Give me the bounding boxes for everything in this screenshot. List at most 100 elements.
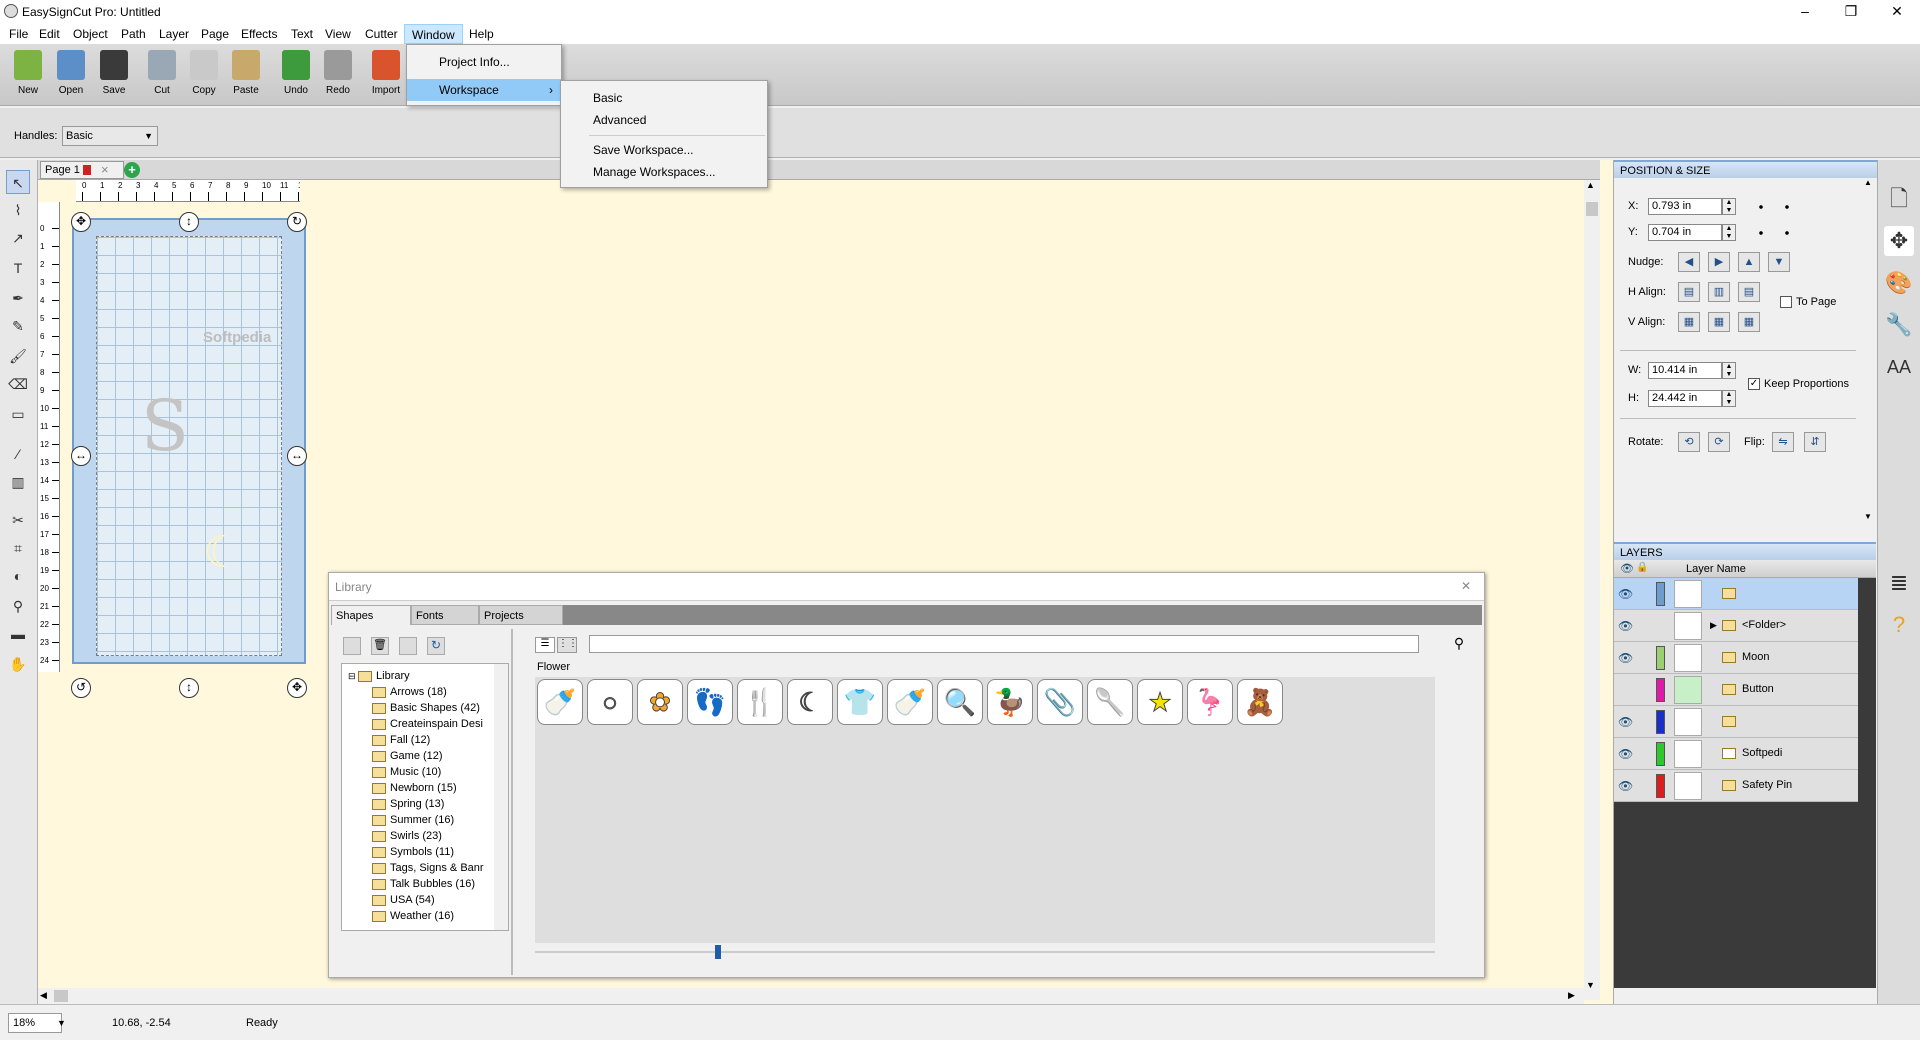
gradient-tool-icon[interactable]: ▥ [6, 470, 30, 494]
library-shape-item[interactable]: ☾ [787, 679, 833, 725]
text-tool-icon[interactable]: T [6, 256, 30, 280]
page-icon[interactable]: 🗋 [1884, 184, 1914, 214]
menu-window[interactable]: Window [404, 24, 463, 44]
library-shape-item[interactable]: 🦩 [1187, 679, 1233, 725]
resize-handle-icon[interactable]: ↕ [179, 212, 199, 232]
scroll-thumb[interactable] [54, 990, 68, 1002]
tab-projects[interactable]: Projects [479, 605, 563, 625]
tree-folder-item[interactable]: Spring (13) [372, 796, 444, 812]
properties-scrollbar[interactable]: ▲ ▼ [1862, 178, 1876, 526]
layer-name[interactable]: <Folder> [1742, 619, 1786, 631]
eraser-tool-icon[interactable]: ⌫ [6, 372, 30, 396]
tree-folder-item[interactable]: Tags, Signs & Banr [372, 860, 484, 876]
tree-folder-item[interactable]: Basic Shapes (42) [372, 700, 480, 716]
tree-folder-item[interactable]: Summer (16) [372, 812, 454, 828]
tree-folder-item[interactable]: Game (12) [372, 748, 443, 764]
layer-color-swatch[interactable] [1656, 582, 1665, 606]
y-stepper[interactable]: ▲ ▼ [1722, 224, 1736, 241]
align-right-icon[interactable]: ▤ [1738, 282, 1760, 302]
align-bottom-icon[interactable]: ▦ [1738, 312, 1760, 332]
library-shape-item[interactable]: 🧸 [1237, 679, 1283, 725]
copy-button[interactable]: Copy [184, 48, 224, 104]
layer-row[interactable]: 👁 [1614, 706, 1858, 738]
height-input[interactable]: 24.442 in [1648, 390, 1722, 407]
tab-fonts[interactable]: Fonts [411, 605, 479, 625]
tree-folder-item[interactable]: Music (10) [372, 764, 441, 780]
nudge-left-icon[interactable]: ◀ [1678, 252, 1700, 272]
tree-folder-item[interactable]: Talk Bubbles (16) [372, 876, 475, 892]
scroll-up-icon[interactable]: ▲ [1864, 178, 1872, 187]
layer-row[interactable]: Button [1614, 674, 1858, 706]
resize-handle-icon[interactable]: ✥ [287, 678, 307, 698]
eye-icon[interactable]: 👁 [1618, 715, 1633, 729]
tree-root[interactable]: ⊟ Library [348, 668, 410, 684]
x-input[interactable]: 0.793 in [1648, 198, 1722, 215]
rotate-left-icon[interactable]: ⟲ [1678, 432, 1700, 452]
open-button[interactable]: Open [51, 48, 91, 104]
size-slider-thumb[interactable] [715, 945, 721, 959]
y-input[interactable]: 0.704 in [1648, 224, 1722, 241]
pencil-tool-icon[interactable]: ✎ [6, 314, 30, 338]
library-shape-item[interactable]: 🍼 [887, 679, 933, 725]
scroll-up-icon[interactable]: ▲ [1586, 180, 1595, 190]
resize-handle-icon[interactable]: ↔ [71, 446, 91, 466]
library-search-input[interactable] [589, 635, 1419, 653]
delete-icon[interactable]: 🗑 [371, 637, 389, 655]
canvas-vertical-scrollbar[interactable]: ▲ ▼ [1584, 180, 1600, 1000]
text-style-icon[interactable]: AA [1884, 352, 1914, 382]
move-icon[interactable]: ✥ [1884, 226, 1914, 256]
layer-name[interactable]: Button [1742, 683, 1774, 695]
scroll-down-icon[interactable]: ▼ [1586, 980, 1595, 990]
menu-text[interactable]: Text [284, 24, 320, 44]
rotate-handle-icon[interactable]: ↺ [71, 678, 91, 698]
weld-tool-icon[interactable]: ◐ [6, 564, 30, 588]
menu-layer[interactable]: Layer [152, 24, 196, 44]
eye-icon[interactable]: 👁 [1618, 619, 1633, 633]
rectangle-tool-icon[interactable]: ▭ [6, 402, 30, 426]
close-button[interactable]: ✕ [1874, 0, 1920, 24]
scroll-left-icon[interactable]: ◀ [40, 990, 47, 1001]
scroll-down-icon[interactable]: ▼ [1864, 512, 1872, 521]
save-button[interactable]: Save [94, 48, 134, 104]
rotate-handle-icon[interactable]: ↻ [287, 212, 307, 232]
wrench-icon[interactable]: 🔧 [1884, 310, 1914, 340]
scroll-thumb[interactable] [1586, 202, 1598, 216]
menu-path[interactable]: Path [114, 24, 153, 44]
close-page-icon[interactable]: × [101, 162, 109, 178]
width-input[interactable]: 10.414 in [1648, 362, 1722, 379]
layer-color-swatch[interactable] [1656, 774, 1665, 798]
menu-item-advanced[interactable]: Advanced [561, 109, 767, 131]
x-stepper[interactable]: ▲ ▼ [1722, 198, 1736, 215]
size-slider-track[interactable] [535, 951, 1435, 953]
rotate-handle-icon[interactable]: ✥ [71, 212, 91, 232]
layer-name[interactable]: Safety Pin [1742, 779, 1792, 791]
layer-color-swatch[interactable] [1656, 678, 1665, 702]
library-shape-item[interactable]: 🥄 [1087, 679, 1133, 725]
eyedropper-tool-icon[interactable]: ⁄ [6, 442, 30, 466]
library-shape-item[interactable]: ✿ [637, 679, 683, 725]
menu-item-manage-workspaces[interactable]: Manage Workspaces... [561, 161, 767, 183]
help-icon[interactable]: ? [1884, 610, 1914, 640]
close-icon[interactable]: ✕ [1461, 579, 1471, 593]
menu-page[interactable]: Page [194, 24, 236, 44]
align-middle-icon[interactable]: ▦ [1708, 312, 1730, 332]
tree-folder-item[interactable]: Symbols (11) [372, 844, 454, 860]
to-page-checkbox[interactable] [1780, 296, 1792, 308]
tree-folder-item[interactable]: Arrows (18) [372, 684, 447, 700]
menu-help[interactable]: Help [462, 24, 501, 44]
tree-folder-item[interactable]: Weather (16) [372, 908, 454, 924]
minimize-button[interactable]: – [1782, 0, 1828, 24]
library-shape-item[interactable]: 🍼 [537, 679, 583, 725]
tree-folder-item[interactable]: Createinspain Desi [372, 716, 483, 732]
library-shape-item[interactable]: 🍴 [737, 679, 783, 725]
add-folder-icon[interactable] [343, 637, 361, 655]
eye-icon[interactable]: 👁 [1618, 747, 1633, 761]
menu-item-workspace[interactable]: Workspace › [407, 79, 561, 101]
brush-tool-icon[interactable]: 🖌 [6, 344, 30, 368]
menu-edit[interactable]: Edit [32, 24, 67, 44]
maximize-button[interactable]: ❐ [1828, 0, 1874, 24]
resize-handle-icon[interactable]: ↕ [179, 678, 199, 698]
menu-item-save-workspace[interactable]: Save Workspace... [561, 139, 767, 161]
redo-button[interactable]: Redo [318, 48, 358, 104]
menu-view[interactable]: View [318, 24, 358, 44]
